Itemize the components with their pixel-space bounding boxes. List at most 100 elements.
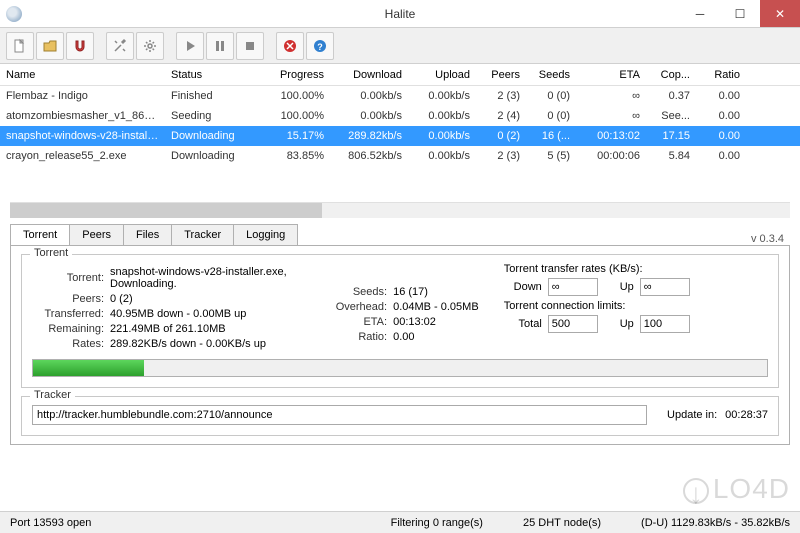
col-name[interactable]: Name <box>0 69 165 81</box>
horizontal-scrollbar[interactable] <box>10 202 790 218</box>
grid-header: Name Status Progress Download Upload Pee… <box>0 64 800 86</box>
help-button[interactable]: ? <box>306 32 334 60</box>
peers-value: 0 (2) <box>110 293 315 305</box>
col-upload[interactable]: Upload <box>408 69 476 81</box>
col-download[interactable]: Download <box>330 69 408 81</box>
cell-eta: ∞ <box>576 90 646 102</box>
cell-copies: 0.37 <box>646 90 696 102</box>
cell-name: crayon_release55_2.exe <box>0 150 165 162</box>
cell-status: Downloading <box>165 130 260 142</box>
torrent-value: snapshot-windows-v28-installer.exe, Down… <box>110 266 315 290</box>
transferred-label: Transferred: <box>32 308 110 320</box>
tab-tracker[interactable]: Tracker <box>171 224 234 245</box>
cell-seeds: 0 (0) <box>526 110 576 122</box>
app-icon <box>6 6 22 22</box>
tab-torrent[interactable]: Torrent <box>10 224 70 245</box>
progress-bar <box>32 359 768 377</box>
status-rates: (D-U) 1129.83kB/s - 35.82kB/s <box>641 517 790 529</box>
conn-limits-header: Torrent connection limits: <box>504 300 768 312</box>
cell-status: Seeding <box>165 110 260 122</box>
up-conn-input[interactable] <box>640 315 690 333</box>
down-label: Down <box>504 281 542 293</box>
maximize-button[interactable]: ☐ <box>720 0 760 27</box>
col-ratio[interactable]: Ratio <box>696 69 746 81</box>
toolbar: ? <box>0 28 800 64</box>
transferred-value: 40.95MB down - 0.00MB up <box>110 308 315 320</box>
peers-label: Peers: <box>32 293 110 305</box>
total-label: Total <box>504 318 542 330</box>
play-button[interactable] <box>176 32 204 60</box>
status-dht: 25 DHT node(s) <box>523 517 601 529</box>
cell-ratio: 0.00 <box>696 90 746 102</box>
svg-text:?: ? <box>317 42 323 52</box>
transfer-rates-header: Torrent transfer rates (KB/s): <box>504 263 768 275</box>
cell-ratio: 0.00 <box>696 110 746 122</box>
cell-seeds: 0 (0) <box>526 90 576 102</box>
cell-upload: 0.00kb/s <box>408 90 476 102</box>
status-port: Port 13593 open <box>10 517 91 529</box>
down-rate-input[interactable] <box>548 278 598 296</box>
cell-seeds: 5 (5) <box>526 150 576 162</box>
separator <box>96 32 104 60</box>
cell-ratio: 0.00 <box>696 130 746 142</box>
torrent-row[interactable]: Flembaz - IndigoFinished100.00%0.00kb/s0… <box>0 86 800 106</box>
col-progress[interactable]: Progress <box>260 69 330 81</box>
close-button[interactable]: ✕ <box>760 0 800 27</box>
total-conn-input[interactable] <box>548 315 598 333</box>
cell-copies: 5.84 <box>646 150 696 162</box>
open-button[interactable] <box>36 32 64 60</box>
cell-seeds: 16 (... <box>526 130 576 142</box>
stop-button[interactable] <box>236 32 264 60</box>
col-peers[interactable]: Peers <box>476 69 526 81</box>
version-label: v 0.3.4 <box>751 233 790 245</box>
remaining-label: Remaining: <box>32 323 110 335</box>
cell-name: snapshot-windows-v28-installe... <box>0 130 165 142</box>
settings-button[interactable] <box>136 32 164 60</box>
pause-button[interactable] <box>206 32 234 60</box>
statusbar: Port 13593 open Filtering 0 range(s) 25 … <box>0 511 800 533</box>
status-filter: Filtering 0 range(s) <box>391 517 483 529</box>
cell-copies: 17.15 <box>646 130 696 142</box>
scrollbar-thumb[interactable] <box>10 203 322 218</box>
titlebar: Halite ─ ☐ ✕ <box>0 0 800 28</box>
tracker-url-input[interactable] <box>32 405 647 425</box>
separator <box>266 32 274 60</box>
progress-fill <box>33 360 144 376</box>
cell-download: 806.52kb/s <box>330 150 408 162</box>
rates-value: 289.82KB/s down - 0.00KB/s up <box>110 338 315 350</box>
new-file-button[interactable] <box>6 32 34 60</box>
cell-eta: 00:13:02 <box>576 130 646 142</box>
update-label: Update in: <box>667 409 717 421</box>
tab-logging[interactable]: Logging <box>233 224 298 245</box>
tab-files[interactable]: Files <box>123 224 172 245</box>
eta-label: ETA: <box>315 316 393 328</box>
cell-status: Downloading <box>165 150 260 162</box>
tab-peers[interactable]: Peers <box>69 224 124 245</box>
tracker-fieldset-title: Tracker <box>30 389 75 401</box>
col-copies[interactable]: Cop... <box>646 69 696 81</box>
cell-peers: 2 (4) <box>476 110 526 122</box>
col-status[interactable]: Status <box>165 69 260 81</box>
torrent-list[interactable]: Flembaz - IndigoFinished100.00%0.00kb/s0… <box>0 86 800 196</box>
col-seeds[interactable]: Seeds <box>526 69 576 81</box>
seeds-label: Seeds: <box>315 286 393 298</box>
tools-button[interactable] <box>106 32 134 60</box>
magnet-button[interactable] <box>66 32 94 60</box>
minimize-button[interactable]: ─ <box>680 0 720 27</box>
col-eta[interactable]: ETA <box>576 69 646 81</box>
fieldset-title: Torrent <box>30 247 72 259</box>
up-rate-input[interactable] <box>640 278 690 296</box>
ratio-label: Ratio: <box>315 331 393 343</box>
cell-download: 0.00kb/s <box>330 90 408 102</box>
torrent-row[interactable]: snapshot-windows-v28-installe...Download… <box>0 126 800 146</box>
cell-upload: 0.00kb/s <box>408 130 476 142</box>
cell-progress: 100.00% <box>260 90 330 102</box>
torrent-row[interactable]: atomzombiesmasher_v1_86_net...Seeding100… <box>0 106 800 126</box>
cell-name: Flembaz - Indigo <box>0 90 165 102</box>
ratio-value: 0.00 <box>393 331 504 343</box>
up2-label: Up <box>604 318 634 330</box>
delete-button[interactable] <box>276 32 304 60</box>
torrent-row[interactable]: crayon_release55_2.exeDownloading83.85%8… <box>0 146 800 166</box>
details-panel: Torrent Torrent:snapshot-windows-v28-ins… <box>10 245 790 445</box>
torrent-fieldset: Torrent Torrent:snapshot-windows-v28-ins… <box>21 254 779 388</box>
